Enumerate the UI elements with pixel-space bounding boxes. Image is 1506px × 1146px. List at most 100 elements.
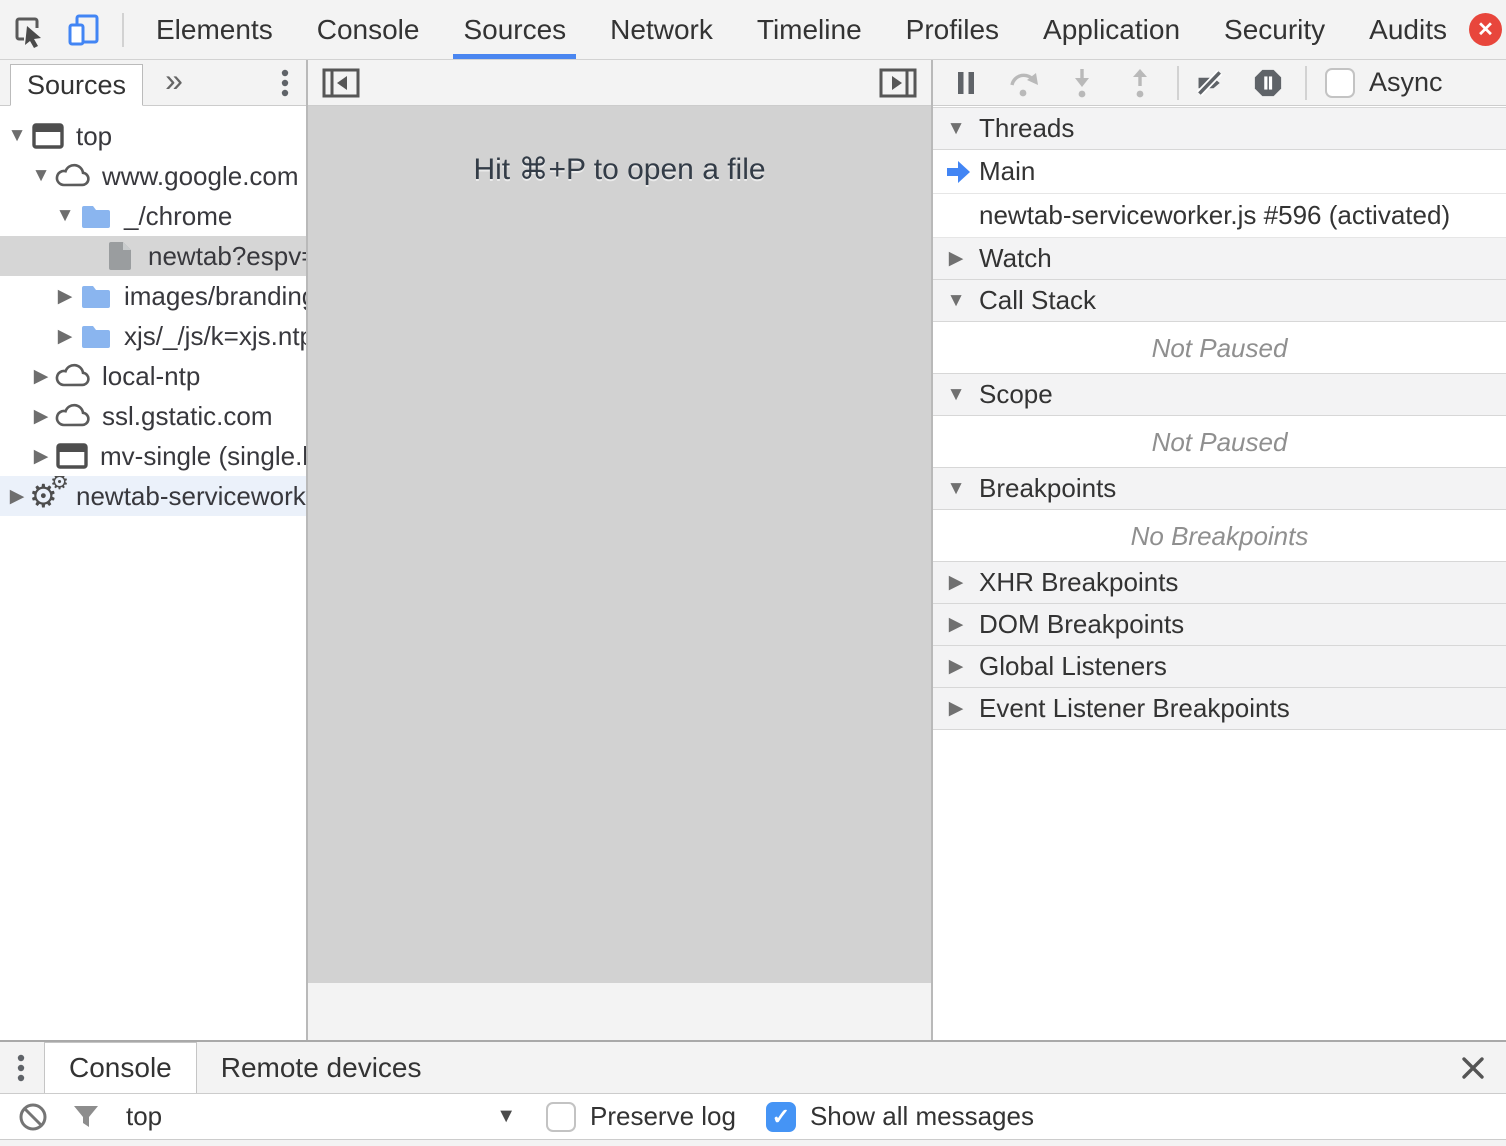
collapsed-arrow-icon: ▶ bbox=[945, 571, 967, 594]
devtools-window: Elements Console Sources Network Timelin… bbox=[0, 0, 1506, 1146]
show-debugger-button[interactable] bbox=[879, 67, 917, 99]
collapsed-arrow-icon[interactable]: ▶ bbox=[4, 485, 30, 508]
step-out-button[interactable] bbox=[1125, 68, 1155, 98]
tab-elements[interactable]: Elements bbox=[134, 0, 295, 59]
sources-panel: Sources » ▼ top ▼ www.google.com bbox=[0, 60, 1506, 1040]
preserve-log-toggle[interactable]: Preserve log bbox=[546, 1101, 736, 1132]
pause-script-button[interactable] bbox=[951, 70, 981, 96]
tree-item-xjs-folder[interactable]: ▶ xjs/_/js/k=xjs.ntp.en bbox=[0, 316, 306, 356]
drawer-tab-console[interactable]: Console bbox=[44, 1042, 197, 1093]
cloud-icon bbox=[54, 403, 92, 429]
filter-funnel-icon bbox=[72, 1103, 100, 1131]
preserve-log-checkbox[interactable] bbox=[546, 1102, 576, 1132]
tree-item-local-ntp[interactable]: ▶ local-ntp bbox=[0, 356, 306, 396]
pause-on-exceptions-button[interactable] bbox=[1253, 67, 1283, 99]
drawer-tabbar: Console Remote devices bbox=[0, 1042, 1506, 1094]
thread-main[interactable]: Main bbox=[933, 150, 1506, 194]
service-worker-gears-icon: ⚙⚙ bbox=[31, 478, 65, 514]
section-scope[interactable]: ▼ Scope bbox=[933, 373, 1506, 416]
folder-icon bbox=[80, 323, 112, 349]
editor-empty-area[interactable]: Hit ⌘+P to open a file bbox=[308, 106, 931, 983]
tab-sources[interactable]: Sources bbox=[441, 0, 588, 59]
editor-pane: Hit ⌘+P to open a file bbox=[308, 60, 931, 1040]
tree-item-www-google-com[interactable]: ▼ www.google.com bbox=[0, 156, 306, 196]
more-tabs-icon[interactable]: » bbox=[165, 62, 183, 105]
step-out-icon bbox=[1128, 68, 1152, 98]
drawer-menu-button[interactable] bbox=[16, 1052, 26, 1084]
ban-circle-icon bbox=[18, 1102, 48, 1132]
collapsed-arrow-icon[interactable]: ▶ bbox=[52, 285, 78, 308]
section-breakpoints[interactable]: ▼ Breakpoints bbox=[933, 467, 1506, 510]
debugger-sidebar: Async ▼ Threads Main newtab bbox=[931, 60, 1506, 1040]
tab-console[interactable]: Console bbox=[295, 0, 442, 59]
toggle-device-toolbar-button[interactable] bbox=[56, 0, 112, 59]
tab-security[interactable]: Security bbox=[1202, 0, 1347, 59]
close-drawer-button[interactable] bbox=[1460, 1055, 1486, 1081]
tree-item-ssl-gstatic-com[interactable]: ▶ ssl.gstatic.com bbox=[0, 396, 306, 436]
collapsed-arrow-icon[interactable]: ▶ bbox=[28, 365, 54, 388]
navigator-sidebar: Sources » ▼ top ▼ www.google.com bbox=[0, 60, 308, 1040]
expanded-arrow-icon[interactable]: ▼ bbox=[52, 205, 78, 227]
section-event-listener-breakpoints[interactable]: ▶ Event Listener Breakpoints bbox=[933, 687, 1506, 730]
file-icon bbox=[106, 240, 134, 272]
step-over-button[interactable] bbox=[1009, 69, 1039, 97]
tree-item-chrome-folder[interactable]: ▼ _/chrome bbox=[0, 196, 306, 236]
expanded-arrow-icon[interactable]: ▼ bbox=[4, 125, 30, 147]
editor-status-strip bbox=[308, 983, 931, 1040]
collapsed-arrow-icon[interactable]: ▶ bbox=[52, 325, 78, 348]
step-into-button[interactable] bbox=[1067, 68, 1097, 98]
context-value: top bbox=[126, 1101, 162, 1132]
section-watch[interactable]: ▶ Watch bbox=[933, 237, 1506, 280]
tree-item-newtab-file[interactable]: newtab?espv=2& bbox=[0, 236, 306, 276]
tree-item-images-branding-folder[interactable]: ▶ images/branding/go bbox=[0, 276, 306, 316]
section-dom-breakpoints[interactable]: ▶ DOM Breakpoints bbox=[933, 603, 1506, 646]
tree-item-mv-single[interactable]: ▶ mv-single (single.htm bbox=[0, 436, 306, 476]
navigator-tab-sources[interactable]: Sources bbox=[10, 64, 143, 106]
expanded-arrow-icon[interactable]: ▼ bbox=[28, 165, 54, 187]
close-icon bbox=[1460, 1055, 1486, 1081]
expanded-arrow-icon: ▼ bbox=[945, 118, 967, 140]
hide-navigator-icon bbox=[322, 67, 360, 99]
execution-context-selector[interactable]: top ▼ bbox=[126, 1101, 516, 1132]
show-all-messages-toggle[interactable]: Show all messages bbox=[766, 1101, 1034, 1132]
tab-audits[interactable]: Audits bbox=[1347, 0, 1469, 59]
drawer-tab-remote-devices[interactable]: Remote devices bbox=[197, 1042, 446, 1093]
frame-icon bbox=[32, 123, 64, 149]
section-threads[interactable]: ▼ Threads bbox=[933, 107, 1506, 150]
async-checkbox[interactable] bbox=[1325, 68, 1355, 98]
show-all-messages-checkbox[interactable] bbox=[766, 1102, 796, 1132]
open-file-hint: Hit ⌘+P to open a file bbox=[308, 152, 931, 187]
thread-serviceworker[interactable]: newtab-serviceworker.js #596 (activated) bbox=[933, 194, 1506, 238]
filter-button[interactable] bbox=[72, 1103, 100, 1131]
error-badge-icon[interactable]: ✕ bbox=[1469, 13, 1502, 46]
inspect-element-button[interactable] bbox=[0, 0, 56, 59]
clear-console-button[interactable] bbox=[18, 1102, 48, 1132]
navigator-menu-button[interactable] bbox=[280, 68, 290, 98]
current-thread-arrow-icon bbox=[945, 158, 971, 186]
console-drawer: Console Remote devices top bbox=[0, 1040, 1506, 1146]
hide-navigator-button[interactable] bbox=[322, 67, 360, 99]
section-xhr-breakpoints[interactable]: ▶ XHR Breakpoints bbox=[933, 561, 1506, 604]
pause-icon bbox=[955, 70, 977, 96]
deactivate-breakpoints-button[interactable] bbox=[1195, 68, 1225, 98]
toolbar-separator bbox=[122, 13, 124, 47]
section-call-stack[interactable]: ▼ Call Stack bbox=[933, 279, 1506, 322]
tab-profiles[interactable]: Profiles bbox=[884, 0, 1021, 59]
tab-application[interactable]: Application bbox=[1021, 0, 1202, 59]
collapsed-arrow-icon[interactable]: ▶ bbox=[28, 405, 54, 428]
collapsed-arrow-icon: ▶ bbox=[945, 247, 967, 270]
call-stack-empty-message: Not Paused bbox=[933, 322, 1506, 374]
tab-network[interactable]: Network bbox=[588, 0, 735, 59]
expanded-arrow-icon: ▼ bbox=[945, 290, 967, 312]
tab-timeline[interactable]: Timeline bbox=[735, 0, 884, 59]
folder-icon bbox=[80, 283, 112, 309]
editor-toolbar bbox=[308, 60, 931, 106]
tree-item-top[interactable]: ▼ top bbox=[0, 116, 306, 156]
breakpoints-empty-message: No Breakpoints bbox=[933, 510, 1506, 562]
expanded-arrow-icon: ▼ bbox=[945, 384, 967, 406]
tree-item-newtab-serviceworker[interactable]: ▶ ⚙⚙ newtab-serviceworker.j bbox=[0, 476, 306, 516]
collapsed-arrow-icon[interactable]: ▶ bbox=[28, 445, 54, 468]
step-into-icon bbox=[1070, 68, 1094, 98]
deactivate-breakpoints-icon bbox=[1195, 68, 1225, 98]
section-global-listeners[interactable]: ▶ Global Listeners bbox=[933, 645, 1506, 688]
